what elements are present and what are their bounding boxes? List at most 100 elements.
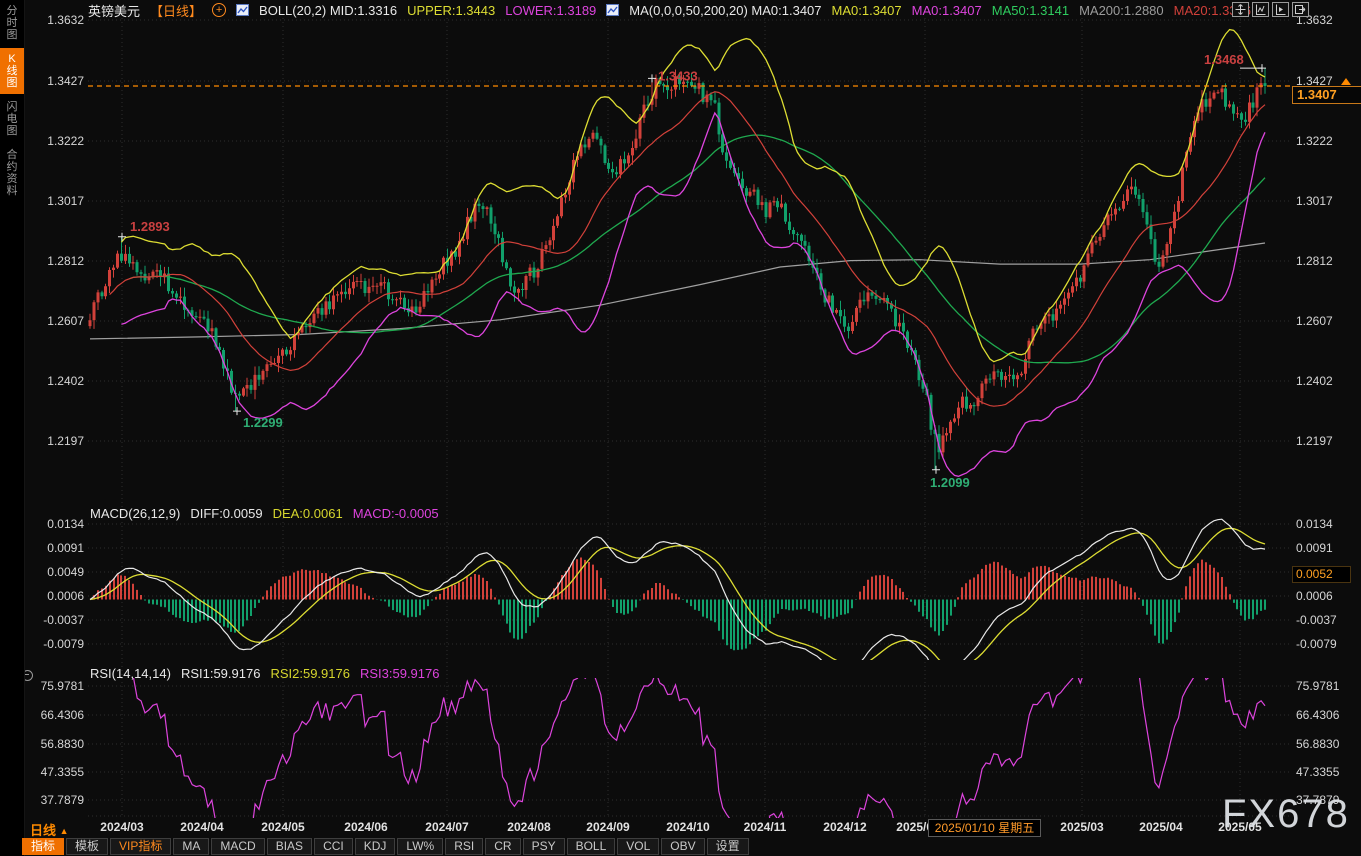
- axis-tick-label: -0.0037: [26, 613, 84, 627]
- sidebar-tab-char: K: [8, 53, 15, 65]
- toolbar-button-CCI[interactable]: CCI: [314, 838, 353, 855]
- axis-tick-label: 0.0091: [1296, 541, 1358, 555]
- watermark: FX678: [1222, 792, 1350, 837]
- expand-axis-icon[interactable]: [1272, 2, 1289, 17]
- indicator-chart-icon[interactable]: [606, 4, 619, 16]
- toolbar-button-VIP指标[interactable]: VIP指标: [110, 838, 171, 855]
- axis-tick-label: 0.0134: [26, 517, 84, 531]
- toolbar-button-BOLL[interactable]: BOLL: [567, 838, 616, 855]
- x-axis-month-label: 2024/05: [243, 820, 323, 834]
- toolbar-button-PSY[interactable]: PSY: [523, 838, 565, 855]
- sidebar-tab-char: 图: [7, 29, 18, 41]
- toolbar-button-VOL[interactable]: VOL: [617, 838, 659, 855]
- price-annotation: 1.2299: [243, 415, 283, 430]
- price-annotation: 1.2893: [130, 219, 170, 234]
- symbol-name: 英镑美元: [88, 1, 140, 20]
- sidebar-tab-3[interactable]: 闪电图: [0, 96, 24, 142]
- x-axis-month-label: 2024/09: [568, 820, 648, 834]
- axis-tick-label: 1.2812: [26, 254, 84, 268]
- axis-tick-label: 1.3017: [26, 194, 84, 208]
- rsi-title: RSI(14,14,14): [90, 666, 171, 681]
- axis-tick-label: 0.0134: [1296, 517, 1358, 531]
- toolbar-button-BIAS[interactable]: BIAS: [267, 838, 312, 855]
- axis-tick-label: 1.2402: [1296, 374, 1358, 388]
- x-axis-month-label: 2024/08: [489, 820, 569, 834]
- toolbar-button-设置[interactable]: 设置: [707, 838, 749, 855]
- axis-tick-label: 1.3222: [1296, 134, 1358, 148]
- x-axis-month-label: 2025/03: [1042, 820, 1122, 834]
- axis-tick-label: 37.7879: [26, 793, 84, 807]
- toolbar-button-模板[interactable]: 模板: [66, 838, 108, 855]
- period-tag[interactable]: 【日线】: [150, 1, 202, 20]
- toolbar-button-CR[interactable]: CR: [485, 838, 520, 855]
- toolbar-button-OBV[interactable]: OBV: [661, 838, 704, 855]
- chevron-up-icon: ▲: [60, 826, 69, 836]
- axis-tick-label: 1.3222: [26, 134, 84, 148]
- axis-tick-label: 1.2402: [26, 374, 84, 388]
- x-axis-month-label: 2025/04: [1121, 820, 1201, 834]
- x-axis-month-label: 2024/07: [407, 820, 487, 834]
- axis-tick-label: 1.3427: [26, 74, 84, 88]
- sidebar-tab-char: 线: [7, 65, 18, 77]
- sidebar-tab-char: 料: [7, 185, 18, 197]
- page-shift-icon[interactable]: [1292, 2, 1309, 17]
- sidebar-tab-char: 分: [7, 5, 18, 17]
- add-indicator-icon[interactable]: +: [212, 3, 226, 17]
- sidebar: 分时图K线图闪电图合约资料: [0, 0, 25, 856]
- sidebar-tab-char: 时: [7, 17, 18, 29]
- axis-tick-label: 0.0006: [1296, 589, 1358, 603]
- sidebar-tab-char: 闪: [7, 101, 18, 113]
- price-marker-icon: [1341, 78, 1351, 85]
- axis-tick-label: 1.3017: [1296, 194, 1358, 208]
- indicator-segment-6: MA0:1.3407: [912, 3, 982, 18]
- indicator-segment-2: UPPER:1.3443: [407, 3, 495, 18]
- toolbar-button-LW%[interactable]: LW%: [397, 838, 443, 855]
- indicator-segment-5: MA0:1.3407: [832, 3, 902, 18]
- x-axis-month-label: 2024/11: [725, 820, 805, 834]
- sidebar-tab-char: 合: [7, 149, 18, 161]
- axis-tick-label: 66.4306: [26, 708, 84, 722]
- indicator-segment-4: MA(0,0,0,50,200,20) MA0:1.3407: [629, 3, 821, 18]
- x-axis-month-label: 2024/06: [326, 820, 406, 834]
- compress-axis-icon[interactable]: [1252, 2, 1269, 17]
- axis-tick-label: 0.0049: [26, 565, 84, 579]
- axis-tick-label: 1.2607: [1296, 314, 1358, 328]
- indicator-values: BOLL(20,2) MID:1.3316UPPER:1.3443LOWER:1…: [236, 3, 1251, 18]
- indicator-segment-8: MA200:1.2880: [1079, 3, 1164, 18]
- current-macd-label: 0.0052: [1292, 566, 1351, 583]
- axis-tick-label: 1.2812: [1296, 254, 1358, 268]
- macd-diff-value: DIFF:0.0059: [190, 506, 262, 521]
- indicator-segment-1: BOLL(20,2) MID:1.3316: [259, 3, 397, 18]
- rsi-panel-header: RSI(14,14,14) RSI1:59.9176 RSI2:59.9176 …: [90, 666, 439, 680]
- current-price-label: 1.3407: [1292, 86, 1361, 104]
- sidebar-tab-1[interactable]: 分时图: [0, 0, 24, 46]
- price-annotation: 1.3433: [658, 68, 698, 83]
- chart-window-controls: [1232, 2, 1309, 17]
- sidebar-tab-4[interactable]: 合约资料: [0, 144, 24, 202]
- axis-tick-label: 1.2197: [26, 434, 84, 448]
- axis-tick-label: 47.3355: [26, 765, 84, 779]
- period-selector[interactable]: 日线 ▲: [30, 820, 69, 839]
- sidebar-tab-char: 资: [7, 173, 18, 185]
- sidebar-tab-char: 图: [7, 125, 18, 137]
- indicator-toolbar: 指标模板VIP指标MAMACDBIASCCIKDJLW%RSICRPSYBOLL…: [22, 838, 749, 855]
- candlestick-chart-canvas[interactable]: 1.28931.22991.34331.20991.3468: [0, 0, 1361, 856]
- sidebar-tab-2[interactable]: K线图: [0, 48, 24, 94]
- price-annotation: 1.3468: [1204, 52, 1244, 67]
- toolbar-button-指标[interactable]: 指标: [22, 838, 64, 855]
- indicator-chart-icon[interactable]: [236, 4, 249, 16]
- macd-hist-value: MACD:-0.0005: [353, 506, 439, 521]
- axis-tick-label: 56.8830: [1296, 737, 1358, 751]
- toolbar-button-RSI[interactable]: RSI: [445, 838, 483, 855]
- indicator-header: 英镑美元 【日线】 + BOLL(20,2) MID:1.3316 UPPER:1…: [88, 2, 1251, 18]
- x-axis-month-label: 2024/12: [805, 820, 885, 834]
- x-axis-month-label: 2024/03: [82, 820, 162, 834]
- move-icon[interactable]: [1232, 2, 1249, 17]
- sidebar-tab-char: 图: [7, 77, 18, 89]
- toolbar-button-KDJ[interactable]: KDJ: [355, 838, 396, 855]
- x-axis-month-label: 2024/10: [648, 820, 728, 834]
- axis-tick-label: -0.0037: [1296, 613, 1358, 627]
- toolbar-button-MACD[interactable]: MACD: [211, 838, 264, 855]
- axis-tick-label: 75.9781: [1296, 679, 1358, 693]
- toolbar-button-MA[interactable]: MA: [173, 838, 209, 855]
